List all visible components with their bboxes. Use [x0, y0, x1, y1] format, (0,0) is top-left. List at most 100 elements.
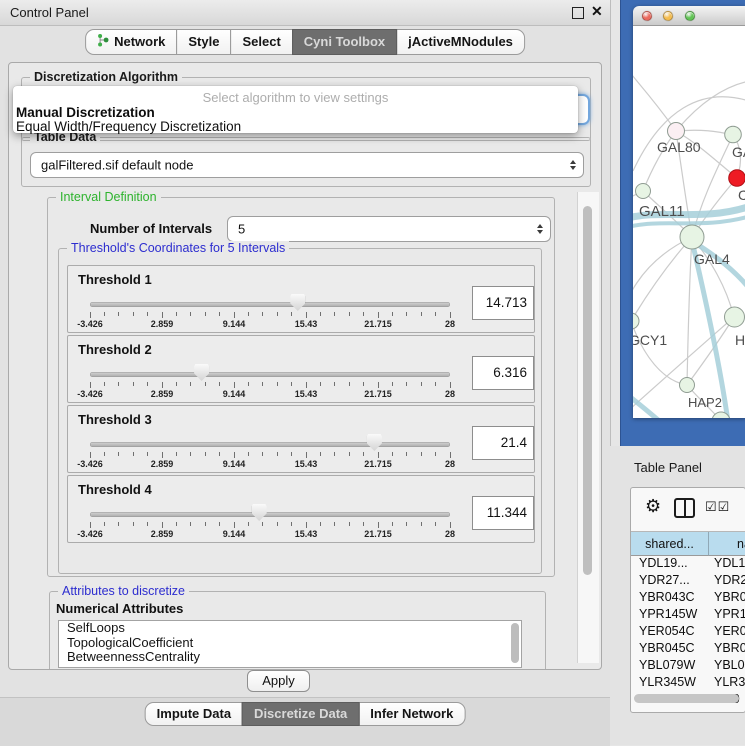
group-title: Threshold's Coordinates for 5 Intervals: [67, 241, 289, 255]
apply-button[interactable]: Apply: [247, 670, 310, 692]
tab-label: Discretize Data: [254, 706, 347, 721]
tab-style[interactable]: Style: [176, 29, 231, 55]
float-window-icon[interactable]: [572, 7, 584, 19]
minimize-traffic-light[interactable]: [663, 11, 673, 21]
table-row[interactable]: YBR045CYBR0: [631, 641, 745, 658]
threshold-slider-thumb[interactable]: [252, 504, 267, 521]
threshold-value-field[interactable]: 11.344: [472, 496, 534, 530]
attribute-item[interactable]: SelfLoops: [59, 621, 521, 636]
tab-select[interactable]: Select: [230, 29, 292, 55]
panel-scrollbar[interactable]: [583, 206, 592, 575]
tab-cyni-toolbox[interactable]: Cyni Toolbox: [292, 29, 397, 55]
network-node-green[interactable]: [725, 126, 742, 143]
threshold-slider-thumb[interactable]: [290, 294, 305, 311]
table-row[interactable]: YPR145WYPR1: [631, 607, 745, 624]
table-data-combo[interactable]: galFiltered.sif default node: [30, 152, 584, 178]
dropdown-option-equal-width[interactable]: Equal Width/Frequency Discretization: [16, 119, 241, 134]
tab-infer-network[interactable]: Infer Network: [358, 702, 465, 726]
network-node-green[interactable]: [725, 307, 745, 327]
threshold-label: Threshold 3: [78, 412, 152, 427]
cell-shared-name: YER054C: [631, 624, 708, 641]
network-node-pink[interactable]: [668, 123, 685, 140]
network-icon: [97, 33, 109, 50]
table-toolbar: ⚙ ☑☑: [631, 488, 745, 532]
network-canvas[interactable]: GAL80GACGAL11GAL4GCY1HHAP2: [633, 26, 745, 418]
list-scrollbar[interactable]: [511, 623, 519, 663]
threshold-label: Threshold 1: [78, 272, 152, 287]
network-node-label: GAL80: [657, 139, 701, 155]
threshold-slider-track[interactable]: [90, 302, 450, 307]
network-edge-thick: [633, 386, 663, 418]
threshold-value-field[interactable]: 21.4: [472, 426, 534, 460]
table-row[interactable]: YBR043CYBR0: [631, 590, 745, 607]
network-node-green[interactable]: [680, 378, 695, 393]
table-h-scrollbar[interactable]: [634, 694, 739, 703]
zoom-traffic-light[interactable]: [685, 11, 695, 21]
table-row[interactable]: YBL079WYBL0: [631, 658, 745, 675]
cell-shared-name: YLR345W: [631, 675, 708, 692]
cell-name: YBR0: [708, 641, 745, 658]
cyni-toolbox-panel: Discretization Algorithm Table Data galF…: [8, 62, 602, 670]
close-icon[interactable]: ✕: [591, 3, 603, 20]
tab-label: Impute Data: [157, 706, 231, 721]
table-row[interactable]: YLR345WYLR3: [631, 675, 745, 692]
tab-jactivemnodules[interactable]: jActiveMNodules: [396, 29, 525, 55]
threshold-slider-track[interactable]: [90, 372, 450, 377]
network-node-green[interactable]: [633, 313, 639, 329]
bottom-tab-bar: Impute Data Discretize Data Infer Network: [145, 702, 466, 726]
threshold-slider-track[interactable]: [90, 512, 450, 517]
tab-label: Infer Network: [370, 706, 453, 721]
table-row[interactable]: YER054CYER0: [631, 624, 745, 641]
network-node-label: HAP2: [688, 395, 722, 410]
numerical-attributes-label: Numerical Attributes: [56, 601, 183, 616]
dropdown-placeholder-item[interactable]: Select algorithm to view settings: [13, 90, 578, 105]
numerical-attributes-list[interactable]: SelfLoopsTopologicalCoefficientBetweenne…: [58, 620, 522, 668]
tab-network[interactable]: Network: [85, 29, 177, 55]
slider-tick-labels: -3.4262.8599.14415.4321.71528: [90, 459, 450, 469]
cell-shared-name: YDR27...: [631, 573, 708, 590]
table-row[interactable]: YDR27...YDR2: [631, 573, 745, 590]
network-node-red[interactable]: [729, 170, 745, 187]
network-node-green[interactable]: [636, 184, 651, 199]
threshold-value-field[interactable]: 6.316: [472, 356, 534, 390]
network-edge: [633, 321, 687, 385]
network-edge: [633, 237, 692, 321]
group-title: Discretization Algorithm: [30, 70, 182, 84]
threshold-slider-thumb[interactable]: [367, 434, 382, 451]
close-traffic-light[interactable]: [642, 11, 652, 21]
table-row[interactable]: YDL19...YDL1: [631, 556, 745, 573]
tab-label: Network: [114, 34, 165, 49]
column-header-shared-name[interactable]: shared...: [631, 532, 709, 556]
group-attributes: Attributes to discretize Numerical Attri…: [49, 591, 546, 670]
threshold-row-3: Threshold 3 -3.4262.8599.14415.4321.71528…: [67, 405, 535, 473]
threshold-slider-track[interactable]: [90, 442, 450, 447]
attribute-item[interactable]: TopologicalCoefficient: [59, 636, 521, 651]
network-node-label: GAL4: [694, 251, 730, 267]
network-node-label: C: [738, 187, 745, 203]
tab-label: jActiveMNodules: [408, 34, 513, 49]
network-graph: GAL80GACGAL11GAL4GCY1HHAP2: [633, 26, 745, 418]
threshold-row-1: Threshold 1-3.4262.8599.14415.4321.71528…: [67, 265, 535, 333]
group-interval-definition: Interval Definition Number of Intervals …: [47, 197, 555, 577]
gear-icon[interactable]: ⚙: [645, 496, 661, 517]
attribute-item[interactable]: BetweennessCentrality: [59, 650, 521, 665]
threshold-value-field[interactable]: 14.713: [472, 286, 534, 320]
threshold-slider-thumb[interactable]: [194, 364, 209, 381]
tab-discretize-data[interactable]: Discretize Data: [242, 702, 359, 726]
cell-name: YBL0: [708, 658, 745, 675]
network-node-green[interactable]: [680, 225, 704, 249]
split-columns-icon[interactable]: [674, 498, 695, 518]
threshold-row-4: Threshold 4-3.4262.8599.14415.4321.71528…: [67, 475, 535, 543]
checkbox-icons[interactable]: ☑☑: [705, 499, 730, 515]
tab-impute-data[interactable]: Impute Data: [145, 702, 243, 726]
threshold-label: Threshold 4: [78, 482, 152, 497]
column-header-name[interactable]: na: [709, 532, 745, 556]
network-edge: [633, 71, 676, 131]
stepper-icon: [537, 224, 543, 234]
group-title: Attributes to discretize: [58, 584, 189, 598]
number-of-intervals-value: 5: [238, 222, 245, 237]
number-of-intervals-combo[interactable]: 5: [227, 216, 551, 242]
dropdown-option-manual[interactable]: Manual Discretization: [16, 105, 155, 120]
cell-shared-name: YBR043C: [631, 590, 708, 607]
network-edge-thick: [692, 241, 728, 418]
